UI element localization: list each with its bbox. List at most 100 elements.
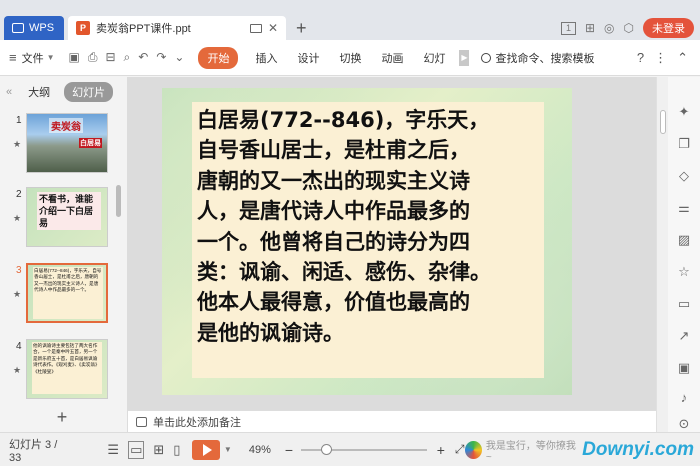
skin-icon[interactable]: ◎ <box>604 21 614 35</box>
archive-icon[interactable]: ▭ <box>677 297 691 311</box>
scrollbar-thumb[interactable] <box>660 110 666 134</box>
play-icon <box>202 443 212 456</box>
monitor-icon[interactable] <box>249 23 262 33</box>
magic-wand-icon[interactable]: ✦ <box>677 105 691 119</box>
tab-insert[interactable]: 插入 <box>255 50 277 66</box>
redo-icon[interactable]: ↷ <box>156 50 166 65</box>
chevron-down-icon[interactable]: ▼ <box>224 445 232 454</box>
brand-logo-text: Downyi.com <box>582 438 694 460</box>
share-icon[interactable]: ↗ <box>677 329 691 343</box>
normal-view-icon[interactable]: ▭ <box>128 440 145 459</box>
slide-number: 3 <box>16 265 22 276</box>
panel-scrollbar[interactable] <box>116 185 121 217</box>
notes-placeholder: 单击此处添加备注 <box>153 416 241 429</box>
print-preview-icon[interactable]: ⌕ <box>124 50 131 65</box>
close-tab-icon[interactable]: ✕ <box>268 21 278 35</box>
menu-bar: ≡ 文件 ▼ ▣ ⎙ ⊟ ⌕ ↶ ↷ ⌄ 开始 插入 设计 切换 动画 幻灯 ▶… <box>0 40 700 76</box>
slide-text-line: 他本人最得意，价值也最高的 <box>197 290 470 315</box>
print-icon[interactable]: ⊟ <box>105 50 115 65</box>
slide-number: 4 <box>16 341 22 352</box>
current-slide[interactable]: 白居易(772--846)，字乐天， 自号香山居士，是杜甫之后， 唐朝的又一杰出… <box>162 88 572 395</box>
tab-design[interactable]: 设计 <box>297 50 319 66</box>
thumb-title: 卖炭翁 <box>49 118 83 133</box>
file-menu[interactable]: 文件 <box>22 50 44 66</box>
cube-icon[interactable]: ⬡ <box>624 21 634 35</box>
slide-canvas-area: 白居易(772--846)，字乐天， 自号香山居士，是杜甫之后， 唐朝的又一杰出… <box>128 77 656 410</box>
play-slideshow-button[interactable] <box>192 439 220 460</box>
tab-slideshow[interactable]: 幻灯 <box>423 50 445 66</box>
customize-icon[interactable]: ⌄ <box>174 50 184 65</box>
tab-home[interactable]: 开始 <box>198 46 239 69</box>
slide-thumbnail[interactable]: 他的讽谕诗主要包括了两大名作合，一个是秦中吟五首，另一个是新乐府五十首，是白居易… <box>26 339 108 399</box>
zoom-slider[interactable] <box>301 443 427 455</box>
more-icon[interactable]: ⋮ <box>654 50 667 66</box>
collapse-ribbon-icon[interactable]: ⌃ <box>677 50 688 66</box>
help-icon[interactable]: ? <box>637 50 644 66</box>
login-button[interactable]: 未登录 <box>643 18 694 38</box>
wps-logo-icon <box>12 23 24 33</box>
sorter-view-icon[interactable]: ⊞ <box>153 442 164 458</box>
document-tab[interactable]: P 卖炭翁PPT课件.ppt ✕ <box>68 16 286 40</box>
thumb-subtitle: 白居易 <box>79 138 102 148</box>
slide-text-line: 唐朝的又一杰出的现实主义诗 <box>197 168 470 193</box>
zoom-out-button[interactable]: − <box>285 442 293 458</box>
collapse-panel-icon[interactable]: « <box>6 86 12 98</box>
slide-textbox[interactable]: 白居易(772--846)，字乐天， 自号香山居士，是杜甫之后， 唐朝的又一杰出… <box>192 102 544 378</box>
export-pdf-icon[interactable]: ⎙ <box>88 50 98 65</box>
shape-icon[interactable]: ◇ <box>677 169 691 183</box>
slide-thumbnail-item[interactable]: 4 ★ 他的讽谕诗主要包括了两大名作合，一个是秦中吟五首，另一个是新乐府五十首，… <box>0 339 124 405</box>
animation-star-icon: ★ <box>13 139 22 149</box>
wps-home-tab[interactable]: WPS <box>4 16 64 40</box>
zoom-in-button[interactable]: + <box>437 442 445 458</box>
title-bar: WPS P 卖炭翁PPT课件.ppt ✕ + 1 ⊞ ◎ ⬡ 未登录 <box>0 0 700 40</box>
vertical-scrollbar[interactable] <box>656 77 668 432</box>
title-bar-right: 1 ⊞ ◎ ⬡ 未登录 <box>560 16 694 40</box>
new-tab-button[interactable]: + <box>296 18 307 39</box>
sound-icon[interactable]: ♪ <box>677 391 691 405</box>
chevron-down-icon[interactable]: ▼ <box>47 53 55 62</box>
slide-text-line: 自号香山居士，是杜甫之后， <box>197 138 470 163</box>
picture-icon[interactable]: ▨ <box>677 233 691 247</box>
page-indicator: 幻灯片 3 / 33 <box>9 438 58 464</box>
command-search[interactable]: 查找命令、搜索模板 <box>481 50 594 66</box>
chevron-right-icon[interactable]: ▶ <box>459 49 470 66</box>
fit-window-icon[interactable]: ⤢ <box>455 442 465 457</box>
thumb-text: 白居易(772--846)，字乐天，自号香山居士，是杜甫之后，唐朝的又一杰出的现… <box>33 267 103 319</box>
reading-view-icon[interactable]: ▯ <box>173 442 180 458</box>
tab-transition[interactable]: 切换 <box>339 50 361 66</box>
animation-star-icon: ★ <box>13 213 22 223</box>
adjust-icon[interactable]: ⚌ <box>677 201 691 215</box>
save-icon[interactable]: ▣ <box>69 50 80 65</box>
slide-thumbnail-item[interactable]: 1 ★ 卖炭翁 白居易 <box>0 113 124 179</box>
layers-icon[interactable]: ❐ <box>677 137 691 151</box>
location-icon[interactable]: ⊙ <box>677 417 691 431</box>
tab-slides[interactable]: 幻灯片 <box>64 82 114 102</box>
right-toolbar: ✦ ❐ ◇ ⚌ ▨ ☆ ▭ ↗ ▣ ♪ ⊙ <box>668 77 700 432</box>
slide-text-line: 一个。他曾将自己的诗分为四 <box>197 229 470 254</box>
slide-thumbnail[interactable]: 不看书，谁能介绍一下白居易 <box>26 187 108 247</box>
slide-thumbnail-selected[interactable]: 白居易(772--846)，字乐天，自号香山居士，是杜甫之后，唐朝的又一杰出的现… <box>26 263 108 323</box>
grid-icon[interactable]: ⊞ <box>585 21 595 35</box>
list-icon[interactable]: ☰ <box>107 442 119 458</box>
tab-outline[interactable]: 大纲 <box>28 84 50 100</box>
slide-text-line: 人，是唐代诗人中作品最多的 <box>197 199 470 224</box>
search-icon <box>481 52 492 63</box>
image-icon[interactable]: ▣ <box>677 361 691 375</box>
animation-star-icon: ★ <box>13 289 22 299</box>
menu-right-tools: ? ⋮ ⌃ <box>637 50 688 66</box>
slide-thumbnail-item[interactable]: 3 ★ 白居易(772--846)，字乐天，自号香山居士，是杜甫之后，唐朝的又一… <box>0 263 124 329</box>
notes-bar[interactable]: 单击此处添加备注 <box>128 410 656 432</box>
command-search-label: 查找命令、搜索模板 <box>495 52 595 65</box>
star-icon[interactable]: ☆ <box>677 265 691 279</box>
animation-star-icon: ★ <box>13 365 22 375</box>
tab-animation[interactable]: 动画 <box>381 50 403 66</box>
window-count-badge[interactable]: 1 <box>560 21 576 35</box>
menu-icon[interactable]: ≡ <box>9 50 17 65</box>
zoom-level[interactable]: 49% <box>249 444 271 456</box>
slide-thumbnail[interactable]: 卖炭翁 白居易 <box>26 113 108 173</box>
notes-icon <box>136 416 147 427</box>
undo-icon[interactable]: ↶ <box>138 50 148 65</box>
add-slide-button[interactable]: + <box>0 407 124 428</box>
slide-thumbnail-item[interactable]: 2 ★ 不看书，谁能介绍一下白居易 <box>0 187 124 253</box>
zoom-slider-knob[interactable] <box>321 443 333 455</box>
